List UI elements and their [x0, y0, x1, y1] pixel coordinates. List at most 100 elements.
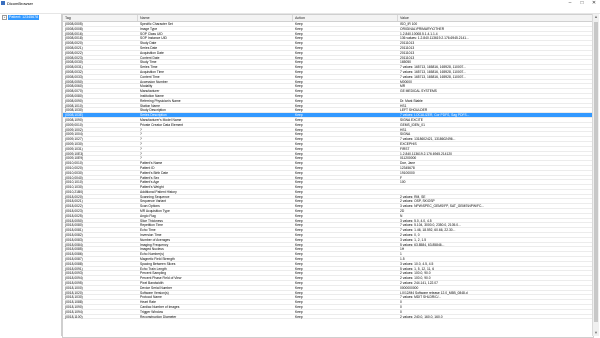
cell-action[interactable]: Keep [293, 94, 398, 98]
cell-action[interactable]: Keep [293, 32, 398, 36]
maximize-icon[interactable]: □ [576, 0, 588, 7]
cell-tag: (0018,1094) [65, 309, 83, 314]
cell-value: EXCEPHIS [400, 141, 417, 146]
cell-action[interactable]: Keep [293, 128, 398, 132]
cell-action[interactable]: Keep [293, 46, 398, 50]
cell-value: FIRST [400, 146, 410, 151]
cell-action[interactable]: Keep [293, 118, 398, 122]
cell-name: Trigger Window [140, 309, 163, 314]
cell-value [398, 190, 588, 194]
cell-action[interactable]: Keep [293, 41, 398, 45]
cell-action[interactable]: Keep [293, 199, 398, 203]
cell-value: 011200000 [400, 156, 417, 161]
cell-name: Echo Time [140, 228, 156, 233]
cell-action[interactable]: Keep [293, 209, 398, 213]
cell-action[interactable]: Keep [293, 238, 398, 242]
close-icon[interactable]: ✕ [588, 0, 600, 7]
cell-action[interactable]: Keep [293, 166, 398, 170]
cell-action[interactable]: Keep [293, 257, 398, 261]
cell-action[interactable]: Keep [293, 243, 398, 247]
cell-action[interactable]: Keep [293, 123, 398, 127]
tree-node-patient[interactable]: + Patient: 12345678 [2, 15, 40, 20]
cell-action[interactable]: Keep [293, 104, 398, 108]
cell-action[interactable]: Keep [293, 27, 398, 31]
cell-action[interactable]: Keep [293, 60, 398, 64]
cell-value: 3 values: NPW\SPEC_GEMS\FP, SAT_GEMS\NPW… [400, 204, 485, 209]
cell-action[interactable]: Keep [293, 223, 398, 227]
cell-name: Private Creator Data Element [140, 122, 184, 127]
cell-action[interactable]: Keep [293, 233, 398, 237]
cell-action[interactable]: Keep [293, 65, 398, 69]
tree-node-label: Patient: 12345678 [8, 15, 40, 20]
cell-action[interactable]: Keep [293, 190, 398, 194]
patient-tree[interactable]: + Patient: 12345678 [1, 14, 62, 336]
cell-action[interactable]: Keep [293, 310, 398, 314]
cell-action[interactable]: Keep [293, 176, 398, 180]
minimize-icon[interactable]: – [564, 0, 576, 7]
cell-action[interactable]: Keep [293, 214, 398, 218]
cell-action[interactable]: Keep [293, 247, 398, 251]
cell-name: Imaged Nucleus [140, 247, 164, 252]
app-icon [1, 1, 5, 5]
cell-action[interactable]: Keep [293, 22, 398, 26]
cell-action[interactable]: Keep [293, 80, 398, 84]
cell-tag: (0018,0093) [65, 271, 83, 276]
cell-value: 7 values: LOCALIZER, Cor PDFS, Sag PDFS.… [400, 113, 470, 118]
cell-value: LX/12/M4 Software release 12.0_M5B_0848.… [400, 290, 468, 295]
cell-action[interactable]: Keep [293, 315, 398, 319]
cell-action[interactable]: Keep [293, 185, 398, 189]
cell-action[interactable]: Keep [293, 267, 398, 271]
cell-tag: (0018,0025) [65, 213, 83, 218]
column-header-action[interactable]: Action [293, 15, 398, 21]
cell-action[interactable]: Keep [293, 281, 398, 285]
column-header-name[interactable]: Name [138, 15, 293, 21]
cell-action[interactable]: Keep [293, 156, 398, 160]
column-header-value[interactable]: Value [398, 15, 593, 21]
cell-action[interactable]: Keep [293, 113, 398, 117]
cell-value: 2 values: 240.0, 160.0, 160.0 [400, 314, 443, 319]
cell-action[interactable]: Keep [293, 276, 398, 280]
cell-action[interactable]: Keep [293, 204, 398, 208]
scrollbar-thumb[interactable] [594, 22, 598, 322]
cell-action[interactable]: Keep [293, 70, 398, 74]
column-header-tag[interactable]: Tag [63, 15, 138, 21]
cell-action[interactable]: Keep [293, 291, 398, 295]
cell-action[interactable]: Keep [293, 152, 398, 156]
cell-action[interactable]: Keep [293, 147, 398, 151]
cell-tag: (0018,0020) [65, 194, 83, 199]
cell-tag: (0010,21B0) [65, 189, 84, 194]
cell-action[interactable]: Keep [293, 286, 398, 290]
cell-action[interactable]: Keep [293, 305, 398, 309]
cell-action[interactable]: Keep [293, 75, 398, 79]
cell-action[interactable]: Keep [293, 195, 398, 199]
cell-action[interactable]: Keep [293, 89, 398, 93]
vertical-scrollbar[interactable]: ▲ ▼ [592, 14, 599, 336]
cell-action[interactable]: Keep [293, 137, 398, 141]
cell-action[interactable]: Keep [293, 295, 398, 299]
cell-action[interactable]: Keep [293, 142, 398, 146]
cell-action[interactable]: Keep [293, 84, 398, 88]
cell-value: 7 values: 1318602421, 1318602496... [400, 137, 456, 142]
cell-action[interactable]: Keep [293, 161, 398, 165]
cell-action[interactable]: Keep [293, 271, 398, 275]
cell-action[interactable]: Keep [293, 99, 398, 103]
scroll-up-icon[interactable]: ▲ [593, 14, 599, 20]
cell-action[interactable]: Keep [293, 252, 398, 256]
cell-action[interactable]: Keep [293, 228, 398, 232]
cell-action[interactable]: Keep [293, 132, 398, 136]
cell-name: Accession Number [140, 79, 168, 84]
scroll-down-icon[interactable]: ▼ [593, 330, 599, 336]
cell-action[interactable]: Keep [293, 180, 398, 184]
expand-icon[interactable]: + [2, 15, 7, 20]
cell-name: Cardiac Number of Images [140, 305, 180, 310]
cell-action[interactable]: Keep [293, 171, 398, 175]
cell-action[interactable]: Keep [293, 219, 398, 223]
cell-action[interactable]: Keep [293, 300, 398, 304]
cell-action[interactable]: Keep [293, 36, 398, 40]
cell-action[interactable]: Keep [293, 51, 398, 55]
cell-tag: (0018,0081) [65, 228, 83, 233]
cell-action[interactable]: Keep [293, 108, 398, 112]
table-row[interactable]: (0018,1100) Reconstruction Diameter Keep 2 … [63, 315, 593, 320]
cell-action[interactable]: Keep [293, 56, 398, 60]
cell-action[interactable]: Keep [293, 262, 398, 266]
